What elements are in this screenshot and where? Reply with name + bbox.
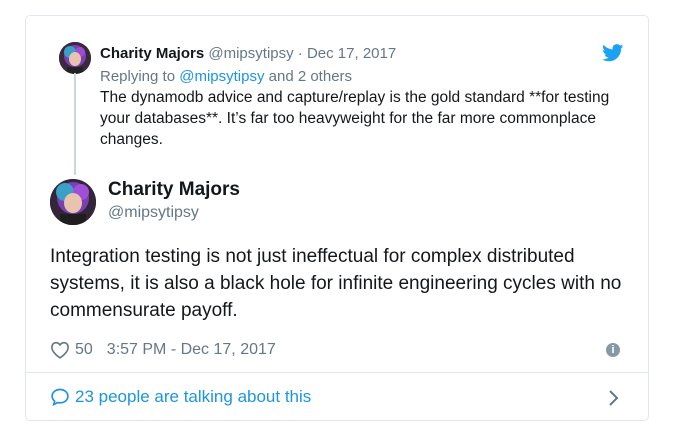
main-author-handle[interactable]: @mipsytipsy bbox=[108, 203, 199, 223]
replying-suffix: and 2 others bbox=[264, 68, 353, 85]
parent-author-name[interactable]: Charity Majors bbox=[100, 45, 204, 62]
parent-author-handle[interactable]: @mipsytipsy bbox=[208, 45, 293, 62]
parent-tweet-text: The dynamodb advice and capture/replay i… bbox=[100, 89, 610, 148]
embedded-tweet-card: Charity Majors @mipsytipsy · Dec 17, 201… bbox=[25, 15, 649, 421]
footer-divider bbox=[26, 372, 648, 373]
dot-separator: · bbox=[297, 45, 303, 62]
tweet-timestamp[interactable]: 3:57 PM - Dec 17, 2017 bbox=[107, 341, 276, 359]
main-author-avatar[interactable] bbox=[50, 179, 96, 225]
parent-author-avatar[interactable] bbox=[59, 42, 91, 74]
tweet-actions-row: 50 3:57 PM - Dec 17, 2017 bbox=[50, 338, 276, 362]
main-tweet-text: Integration testing is not just ineffect… bbox=[50, 246, 622, 321]
replying-to-line: Replying to @mipsytipsy and 2 others bbox=[100, 67, 352, 86]
heart-icon[interactable] bbox=[50, 341, 70, 359]
info-icon[interactable]: i bbox=[606, 343, 620, 357]
replying-prefix: Replying to bbox=[100, 68, 180, 85]
conversation-link[interactable]: 23 people are talking about this bbox=[50, 387, 311, 407]
twitter-bird-icon[interactable] bbox=[602, 44, 624, 62]
replying-handle-link[interactable]: @mipsytipsy bbox=[179, 68, 264, 85]
parent-tweet-date[interactable]: Dec 17, 2017 bbox=[307, 45, 396, 62]
chevron-right-icon[interactable] bbox=[608, 389, 620, 407]
like-count[interactable]: 50 bbox=[75, 341, 93, 359]
speech-bubble-icon bbox=[51, 388, 69, 407]
main-author-name[interactable]: Charity Majors bbox=[108, 178, 240, 202]
conversation-label: 23 people are talking about this bbox=[75, 387, 312, 406]
parent-tweet-header: Charity Majors @mipsytipsy · Dec 17, 201… bbox=[100, 44, 396, 63]
thread-connector-line bbox=[74, 73, 76, 175]
